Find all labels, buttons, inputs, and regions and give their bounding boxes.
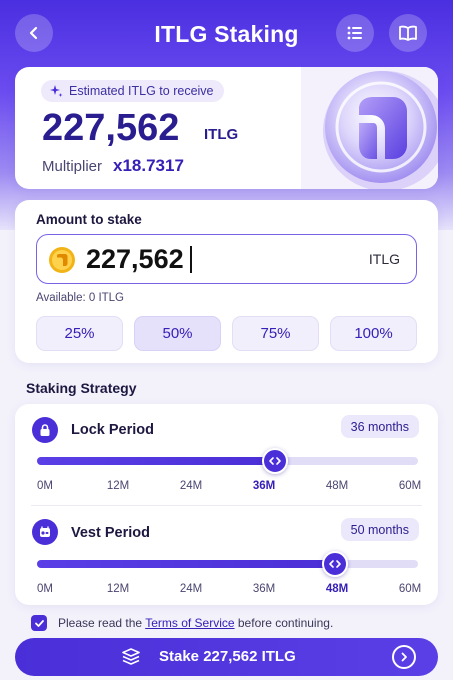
percent-50-button[interactable]: 50% bbox=[134, 316, 221, 351]
lock-period-slider[interactable] bbox=[37, 448, 418, 474]
terms-checkbox[interactable] bbox=[31, 615, 47, 631]
terms-of-service-link[interactable]: Terms of Service bbox=[145, 616, 234, 630]
estimate-badge-label: Estimated ITLG to receive bbox=[69, 84, 214, 98]
stake-button[interactable]: Stake 227,562 ITLG bbox=[15, 638, 438, 676]
vest-period-slider-handle[interactable] bbox=[321, 551, 348, 577]
amount-to-stake-label: Amount to stake bbox=[36, 212, 142, 227]
percent-100-button[interactable]: 100% bbox=[330, 316, 417, 351]
multiplier-label: Multiplier bbox=[42, 158, 103, 175]
terms-notice: Please read the Terms of Service before … bbox=[58, 616, 333, 630]
estimate-badge: Estimated ITLG to receive bbox=[41, 80, 224, 102]
lock-tick-2: 24M bbox=[179, 480, 203, 492]
staking-strategy-card: Lock Period 36 months 0M 12M 24M 36M 48M… bbox=[15, 404, 438, 605]
vest-tick-1: 12M bbox=[106, 583, 130, 595]
docs-button[interactable] bbox=[389, 14, 427, 52]
vest-icon bbox=[32, 519, 58, 545]
itlg-coin-icon bbox=[49, 247, 75, 273]
stake-amount-unit: ITLG bbox=[368, 251, 400, 267]
vest-tick-5: 60M bbox=[398, 583, 422, 595]
vest-period-slider-fill bbox=[37, 560, 335, 568]
terms-text-before: Please read the bbox=[58, 616, 146, 630]
token-coin-illustration bbox=[301, 67, 438, 189]
sparkle-icon bbox=[50, 85, 63, 97]
top-bar: ITLG Staking bbox=[0, 0, 453, 70]
stake-amount-input[interactable]: 227,562 ITLG bbox=[36, 234, 417, 284]
percent-75-button[interactable]: 75% bbox=[232, 316, 319, 351]
book-icon bbox=[399, 25, 417, 41]
lock-tick-1: 12M bbox=[106, 480, 130, 492]
vest-tick-3: 36M bbox=[252, 583, 276, 595]
chevron-right-icon bbox=[392, 645, 416, 669]
vest-tick-4: 48M bbox=[325, 583, 349, 595]
vest-tick-0: 0M bbox=[37, 583, 53, 595]
coin-stack-icon bbox=[122, 648, 140, 665]
page-title: ITLG Staking bbox=[154, 21, 299, 47]
lock-icon bbox=[32, 417, 58, 443]
lock-period-slider-handle[interactable] bbox=[262, 448, 289, 474]
available-balance: Available: 0 ITLG bbox=[36, 292, 125, 304]
multiplier-value: x18.7317 bbox=[113, 156, 184, 175]
list-icon bbox=[347, 26, 362, 40]
lock-period-label: Lock Period bbox=[71, 422, 154, 438]
divider bbox=[31, 505, 422, 506]
lock-period-value: 36 months bbox=[340, 415, 419, 438]
text-caret bbox=[190, 246, 192, 273]
vest-period-label: Vest Period bbox=[71, 525, 150, 541]
lock-period-slider-fill bbox=[37, 457, 276, 465]
vest-tick-2: 24M bbox=[179, 583, 203, 595]
history-list-button[interactable] bbox=[336, 14, 374, 52]
vest-period-value: 50 months bbox=[340, 518, 419, 541]
lock-tick-5: 60M bbox=[398, 480, 422, 492]
drag-arrows-icon bbox=[328, 560, 341, 568]
vest-period-slider[interactable] bbox=[37, 551, 418, 577]
percent-25-button[interactable]: 25% bbox=[36, 316, 123, 351]
terms-text-after: before continuing. bbox=[234, 616, 334, 630]
lock-tick-4: 48M bbox=[325, 480, 349, 492]
estimate-card: Estimated ITLG to receive 227,562 ITLG M… bbox=[15, 67, 438, 189]
estimated-amount: 227,562 bbox=[42, 107, 180, 149]
drag-arrows-icon bbox=[269, 457, 281, 465]
checkmark-icon bbox=[34, 619, 44, 627]
stake-button-label: Stake 227,562 ITLG bbox=[159, 648, 296, 665]
staking-strategy-title: Staking Strategy bbox=[26, 380, 137, 396]
stake-amount-value: 227,562 bbox=[86, 244, 184, 274]
stake-amount-card: Amount to stake 227,562 ITLG Available: … bbox=[15, 200, 438, 363]
lock-tick-3: 36M bbox=[252, 480, 276, 492]
lock-tick-0: 0M bbox=[37, 480, 53, 492]
estimated-unit: ITLG bbox=[204, 126, 239, 143]
